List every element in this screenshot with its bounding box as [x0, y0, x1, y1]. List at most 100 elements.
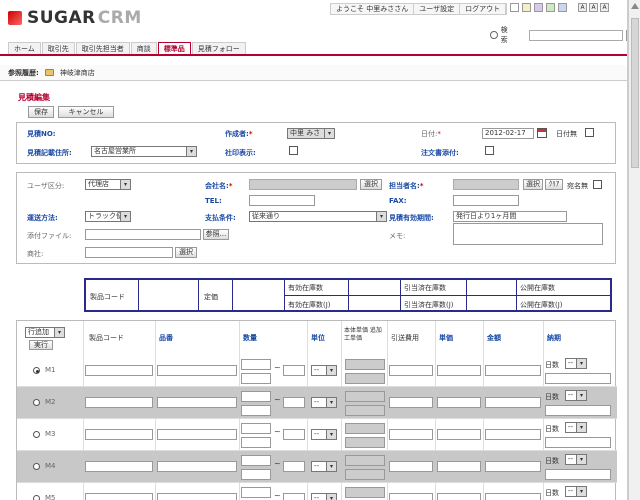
fax-input[interactable]	[453, 195, 519, 206]
store-input[interactable]	[85, 247, 173, 258]
quantity-input-3[interactable]	[283, 397, 305, 408]
add-row-select[interactable]: 行追加	[25, 327, 65, 338]
unit-select[interactable]: --	[311, 461, 337, 472]
contact-select-button[interactable]: 選択	[523, 179, 543, 190]
scrollbar-thumb[interactable]	[631, 18, 639, 168]
unit-select[interactable]: --	[311, 397, 337, 408]
base-price-input[interactable]	[345, 391, 385, 402]
extra-price-input[interactable]	[345, 437, 385, 448]
execute-button[interactable]: 実行	[29, 340, 53, 350]
browse-button[interactable]: 参照...	[203, 229, 229, 240]
quantity-input-2[interactable]	[241, 469, 271, 480]
delivery-input[interactable]	[545, 405, 611, 416]
row-radio[interactable]	[33, 463, 40, 470]
vertical-scrollbar[interactable]	[628, 0, 640, 500]
quantity-input-3[interactable]	[283, 365, 305, 376]
attachment-input[interactable]	[85, 229, 201, 240]
unit-select[interactable]: --	[311, 365, 337, 376]
shipping-fee-input[interactable]	[389, 365, 433, 376]
quantity-input-3[interactable]	[283, 461, 305, 472]
validity-input[interactable]: 発行日より1ヶ月間	[453, 211, 567, 222]
breadcrumb-item[interactable]: 神岐津商店	[60, 68, 95, 78]
product-code-input[interactable]	[85, 365, 153, 376]
item-input[interactable]	[157, 365, 237, 376]
tab-contacts[interactable]: 取引先担当者	[75, 42, 130, 54]
product-code-input[interactable]	[85, 493, 153, 500]
amount-input[interactable]	[485, 493, 541, 500]
amount-input[interactable]	[485, 429, 541, 440]
contact-name-input[interactable]	[453, 179, 519, 190]
unit-select[interactable]: --	[311, 493, 337, 500]
issuer-address-select[interactable]: 名古屋営業所	[91, 146, 197, 157]
save-button[interactable]: 保存	[28, 106, 54, 118]
price-input[interactable]	[437, 493, 481, 500]
date-none-checkbox[interactable]	[585, 128, 594, 137]
delivery-select[interactable]: --	[565, 486, 587, 497]
user-class-select[interactable]: 代理店	[85, 179, 131, 190]
row-radio[interactable]	[33, 431, 40, 438]
quantity-input-3[interactable]	[283, 429, 305, 440]
shipping-fee-input[interactable]	[389, 429, 433, 440]
font-large-button[interactable]: A	[600, 3, 609, 12]
tab-estimate-follow[interactable]: 見積フォロー	[191, 42, 246, 54]
tab-opportunities[interactable]: 商談	[130, 42, 157, 54]
extra-price-input[interactable]	[345, 469, 385, 480]
base-price-input[interactable]	[345, 423, 385, 434]
delivery-input[interactable]	[545, 437, 611, 448]
no-name-checkbox[interactable]	[593, 180, 602, 189]
extra-price-input[interactable]	[345, 405, 385, 416]
product-code-input[interactable]	[85, 461, 153, 472]
delivery-input[interactable]	[545, 469, 611, 480]
delivery-input[interactable]	[545, 373, 611, 384]
scroll-up-icon[interactable]	[631, 3, 639, 9]
product-code-input[interactable]	[85, 429, 153, 440]
font-small-button[interactable]: A	[578, 3, 587, 12]
theme-swatch-white[interactable]	[510, 3, 519, 12]
delivery-select[interactable]: --	[565, 390, 587, 401]
user-settings-link[interactable]: ユーザ設定	[414, 4, 461, 14]
amount-input[interactable]	[485, 461, 541, 472]
logout-link[interactable]: ログアウト	[460, 4, 507, 14]
cancel-button[interactable]: キャンセル	[58, 106, 114, 118]
quantity-input[interactable]	[241, 359, 271, 370]
delivery-select[interactable]: --	[565, 422, 587, 433]
item-input[interactable]	[157, 429, 237, 440]
quantity-input-3[interactable]	[283, 493, 305, 500]
company-stamp-checkbox[interactable]	[289, 146, 298, 155]
quantity-input-2[interactable]	[241, 373, 271, 384]
calendar-icon[interactable]	[537, 128, 547, 138]
amount-input[interactable]	[485, 365, 541, 376]
price-input[interactable]	[437, 429, 481, 440]
theme-swatch-green[interactable]	[546, 3, 555, 12]
row-radio[interactable]	[33, 495, 40, 500]
item-input[interactable]	[157, 493, 237, 500]
base-price-input[interactable]	[345, 359, 385, 370]
sugarcrm-logo[interactable]: SUGAR CRM	[8, 8, 142, 28]
tab-accounts[interactable]: 取引先	[41, 42, 75, 54]
payment-select[interactable]: 従来通り	[249, 211, 387, 222]
product-code-input[interactable]	[85, 397, 153, 408]
shipping-fee-input[interactable]	[389, 397, 433, 408]
quantity-input[interactable]	[241, 455, 271, 466]
quantity-input[interactable]	[241, 487, 271, 498]
shipping-fee-input[interactable]	[389, 461, 433, 472]
search-input[interactable]	[528, 29, 623, 41]
item-input[interactable]	[157, 461, 237, 472]
order-doc-checkbox[interactable]	[485, 146, 494, 155]
date-input[interactable]: 2012-02-17	[482, 128, 534, 139]
extra-price-input[interactable]	[345, 373, 385, 384]
theme-swatch-purple[interactable]	[534, 3, 543, 12]
company-name-input[interactable]	[249, 179, 357, 190]
row-radio[interactable]	[33, 399, 40, 406]
memo-textarea[interactable]	[453, 223, 603, 245]
creator-select[interactable]: 中里 みさ	[287, 128, 335, 139]
price-input[interactable]	[437, 397, 481, 408]
shipping-fee-input[interactable]	[389, 493, 433, 500]
price-input[interactable]	[437, 365, 481, 376]
tab-standard-products[interactable]: 標準品	[157, 42, 191, 54]
contact-clear-button[interactable]: ｸﾘｱ	[545, 179, 563, 190]
quantity-input-2[interactable]	[241, 437, 271, 448]
delivery-select[interactable]: --	[565, 358, 587, 369]
theme-swatch-blue[interactable]	[558, 3, 567, 12]
amount-input[interactable]	[485, 397, 541, 408]
